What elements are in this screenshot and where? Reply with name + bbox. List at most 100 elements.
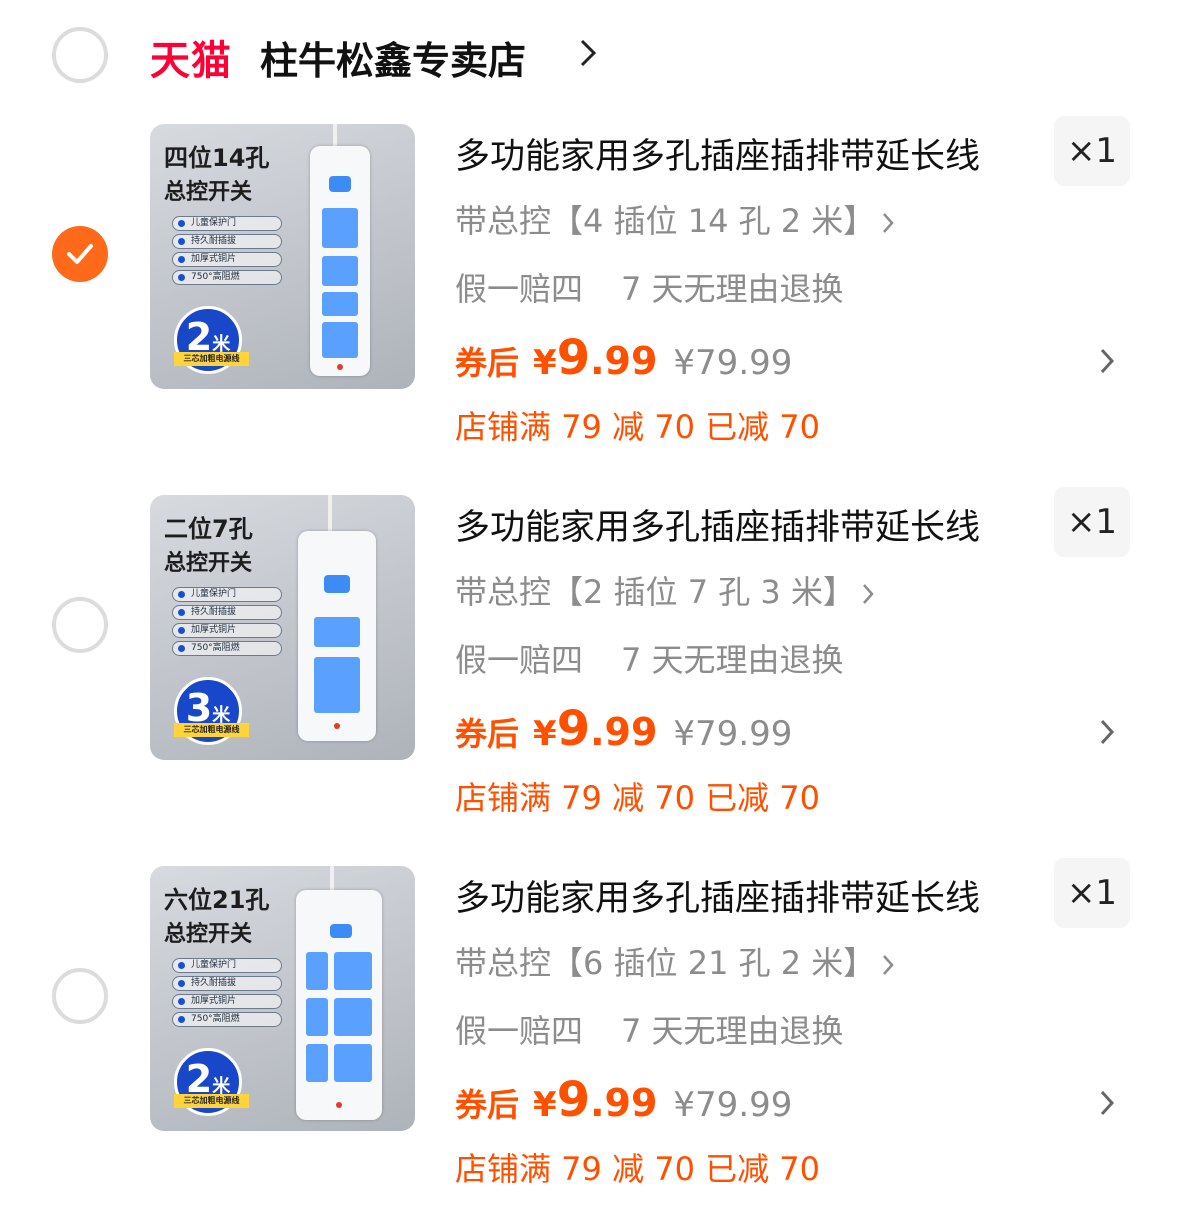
- thumb-feature: 加厚式铜片: [172, 252, 282, 267]
- power-strip-image: [310, 146, 370, 376]
- cord-label: 三芯加粗电源线: [174, 352, 249, 366]
- thumb-title: 六位21孔: [164, 886, 270, 914]
- socket-graphic: [314, 617, 360, 647]
- price-line: 券后 ¥9.99 ¥79.99: [455, 330, 792, 386]
- thumb-feature: 儿童保护门: [172, 216, 282, 231]
- price-integer: 9: [556, 330, 591, 386]
- chevron-right-icon[interactable]: [1098, 717, 1116, 747]
- power-cord: [328, 495, 332, 531]
- chevron-right-icon[interactable]: [1098, 346, 1116, 376]
- promo-text: 店铺满 79 减 70 已减 70: [455, 779, 821, 817]
- chevron-right-icon: [863, 584, 874, 604]
- sku-selector[interactable]: 带总控【4 插位 14 孔 2 米】: [455, 196, 895, 242]
- service-tag: 假一赔四: [455, 641, 584, 679]
- chevron-right-icon: [883, 955, 894, 975]
- socket-graphic: [306, 998, 328, 1036]
- thumb-feature: 加厚式铜片: [172, 994, 282, 1009]
- thumb-feature: 持久耐插拔: [172, 976, 282, 991]
- cart-item: 六位21孔 总控开关 儿童保护门 持久耐插拔 加厚式铜片 750°高阻燃 2米 …: [0, 852, 1179, 1222]
- chevron-right-icon: [883, 213, 894, 233]
- socket-graphic: [334, 952, 372, 990]
- thumb-subtitle: 总控开关: [164, 180, 253, 205]
- thumb-feature: 持久耐插拔: [172, 234, 282, 249]
- socket-graphic: [322, 208, 358, 248]
- switch-graphic: [324, 575, 350, 593]
- indicator-light: [334, 723, 340, 729]
- sku-selector[interactable]: 带总控【6 插位 21 孔 2 米】: [455, 938, 895, 984]
- switch-graphic: [330, 924, 352, 938]
- original-price: ¥79.99: [673, 1085, 793, 1125]
- sku-label: 带总控【2 插位 7 孔 3 米】: [455, 573, 855, 611]
- power-cord: [333, 124, 337, 146]
- thumb-feature: 儿童保护门: [172, 958, 282, 973]
- thumb-feature: 750°高阻燃: [172, 641, 282, 656]
- thumb-subtitle: 总控开关: [164, 922, 253, 947]
- indicator-light: [337, 364, 343, 370]
- checkmark-icon: [67, 244, 93, 264]
- socket-graphic: [322, 322, 358, 358]
- promo-text: 店铺满 79 减 70 已减 70: [455, 408, 821, 446]
- cord-label: 三芯加粗电源线: [174, 723, 249, 737]
- price-integer: 9: [556, 1072, 591, 1128]
- service-tags: 假一赔四 7 天无理由退换: [455, 635, 844, 681]
- socket-graphic: [306, 1044, 328, 1082]
- thumb-feature: 加厚式铜片: [172, 623, 282, 638]
- shop-header: 天猫 柱牛松鑫专卖店: [0, 0, 1179, 110]
- thumb-feature: 750°高阻燃: [172, 1012, 282, 1027]
- price-line: 券后 ¥9.99 ¥79.99: [455, 701, 792, 757]
- tmall-logo: 天猫: [150, 38, 232, 84]
- item-select-radio-checked[interactable]: [52, 226, 108, 282]
- thumb-title: 二位7孔: [164, 515, 253, 543]
- power-strip-image: [298, 531, 376, 741]
- product-title[interactable]: 多功能家用多孔插座插排带延长线: [455, 128, 980, 179]
- chevron-right-icon[interactable]: [578, 38, 598, 68]
- currency-symbol: ¥: [533, 343, 557, 383]
- price-integer: 9: [556, 701, 591, 757]
- socket-graphic: [314, 657, 360, 713]
- promo-text: 店铺满 79 减 70 已减 70: [455, 1150, 821, 1188]
- socket-graphic: [334, 1044, 372, 1082]
- price-decimal: .99: [590, 1081, 658, 1125]
- product-title[interactable]: 多功能家用多孔插座插排带延长线: [455, 499, 980, 550]
- thumb-feature: 儿童保护门: [172, 587, 282, 602]
- socket-graphic: [334, 998, 372, 1036]
- power-cord: [330, 866, 334, 890]
- thumb-title: 四位14孔: [164, 144, 270, 172]
- thumb-subtitle: 总控开关: [164, 551, 253, 576]
- service-tag: 假一赔四: [455, 1012, 584, 1050]
- sku-selector[interactable]: 带总控【2 插位 7 孔 3 米】: [455, 567, 875, 613]
- shop-name-link[interactable]: 柱牛松鑫专卖店: [260, 30, 526, 85]
- service-tag: 7 天无理由退换: [621, 270, 844, 308]
- original-price: ¥79.99: [673, 343, 793, 383]
- coupon-price-label: 券后: [455, 344, 520, 382]
- quantity-selector[interactable]: ×1: [1054, 116, 1130, 186]
- power-strip-image: [296, 890, 382, 1120]
- service-tag: 7 天无理由退换: [621, 641, 844, 679]
- indicator-light: [336, 1102, 342, 1108]
- service-tags: 假一赔四 7 天无理由退换: [455, 264, 844, 310]
- chevron-right-icon[interactable]: [1098, 1088, 1116, 1118]
- product-thumbnail[interactable]: 二位7孔 总控开关 儿童保护门 持久耐插拔 加厚式铜片 750°高阻燃 3米 三…: [150, 495, 415, 760]
- thumb-feature: 750°高阻燃: [172, 270, 282, 285]
- service-tags: 假一赔四 7 天无理由退换: [455, 1006, 844, 1052]
- price-decimal: .99: [590, 339, 658, 383]
- coupon-price-label: 券后: [455, 1086, 520, 1124]
- product-thumbnail[interactable]: 六位21孔 总控开关 儿童保护门 持久耐插拔 加厚式铜片 750°高阻燃 2米 …: [150, 866, 415, 1131]
- quantity-selector[interactable]: ×1: [1054, 858, 1130, 928]
- coupon-price-label: 券后: [455, 715, 520, 753]
- price-decimal: .99: [590, 710, 658, 754]
- cart-item: 二位7孔 总控开关 儿童保护门 持久耐插拔 加厚式铜片 750°高阻燃 3米 三…: [0, 481, 1179, 851]
- quantity-selector[interactable]: ×1: [1054, 487, 1130, 557]
- price-line: 券后 ¥9.99 ¥79.99: [455, 1072, 792, 1128]
- cart-item: 四位14孔 总控开关 儿童保护门 持久耐插拔 加厚式铜片 750°高阻燃 2米 …: [0, 110, 1179, 480]
- item-select-radio[interactable]: [52, 968, 108, 1024]
- switch-graphic: [329, 176, 351, 192]
- product-title[interactable]: 多功能家用多孔插座插排带延长线: [455, 870, 980, 921]
- thumb-feature: 持久耐插拔: [172, 605, 282, 620]
- product-thumbnail[interactable]: 四位14孔 总控开关 儿童保护门 持久耐插拔 加厚式铜片 750°高阻燃 2米 …: [150, 124, 415, 389]
- socket-graphic: [306, 952, 328, 990]
- service-tag: 7 天无理由退换: [621, 1012, 844, 1050]
- item-select-radio[interactable]: [52, 597, 108, 653]
- currency-symbol: ¥: [533, 714, 557, 754]
- shop-select-radio[interactable]: [52, 27, 108, 83]
